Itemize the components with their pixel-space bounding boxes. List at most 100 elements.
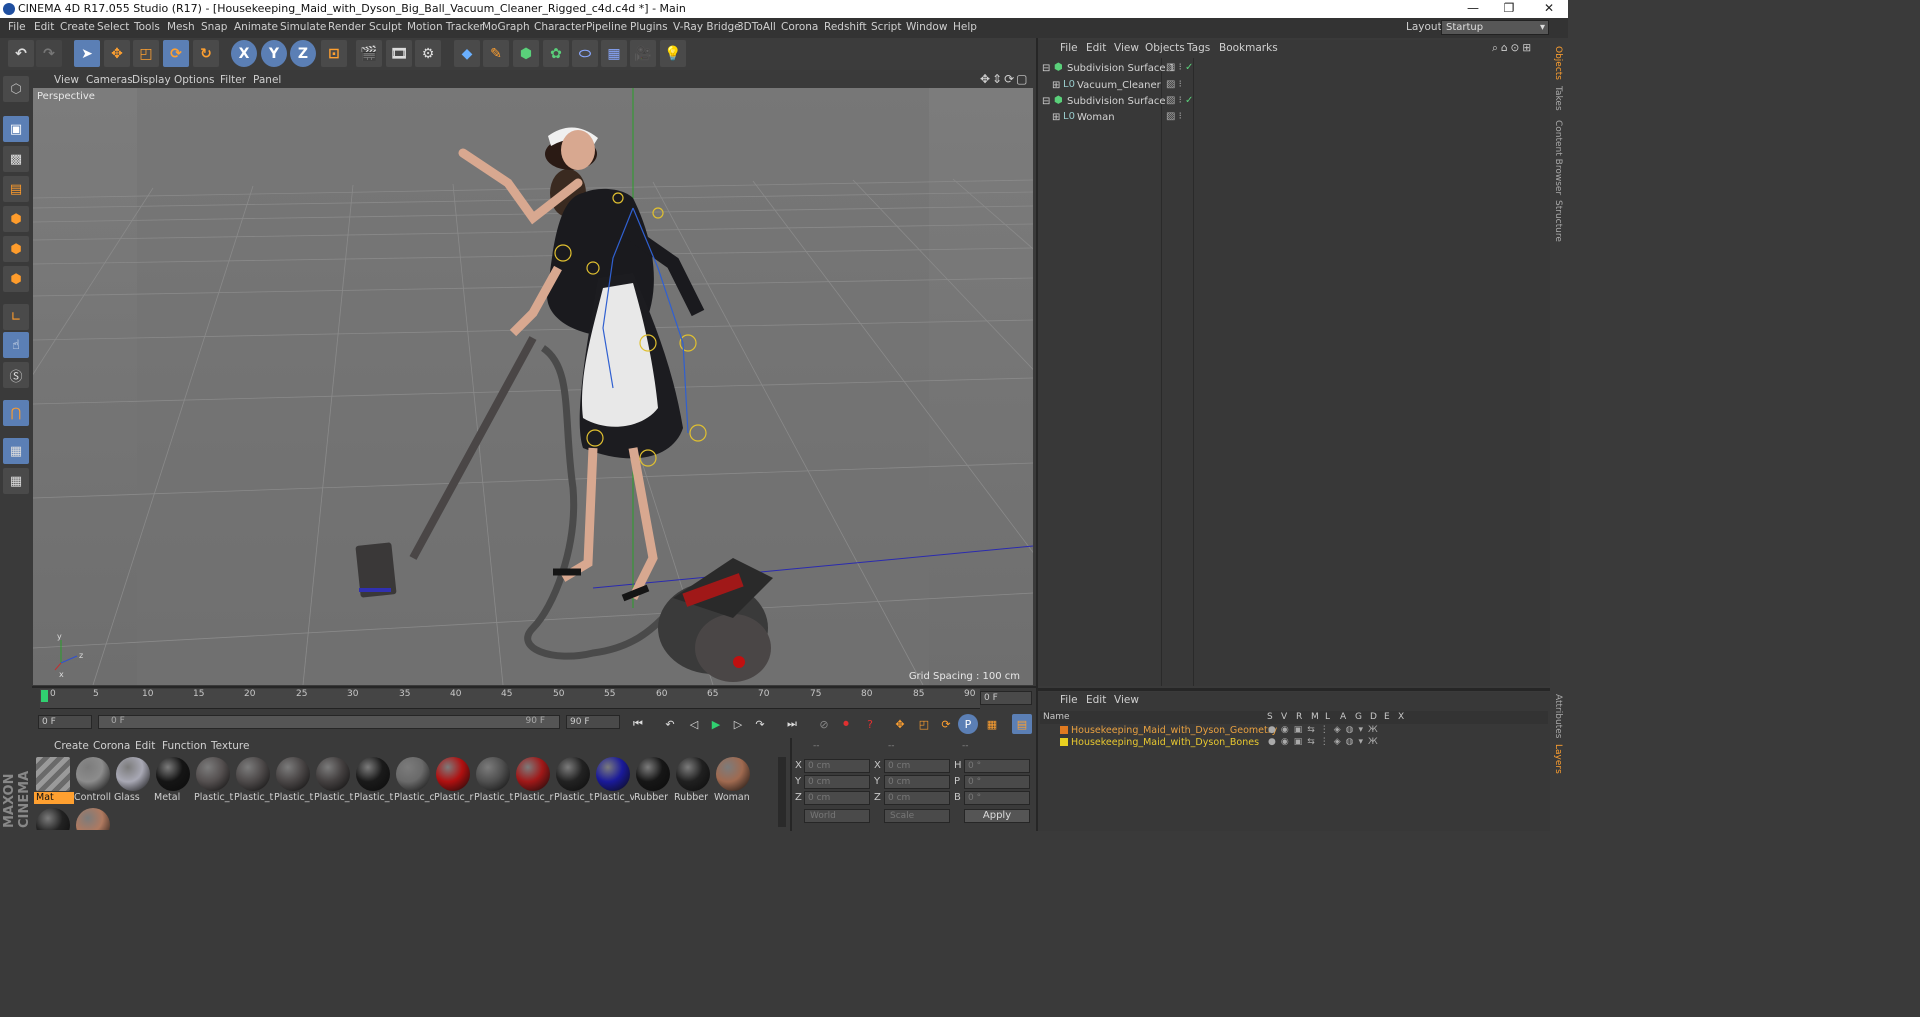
menu-render[interactable]: Render [328,21,365,33]
coordinate-system-icon[interactable]: ⊡ [321,40,347,67]
make-editable-icon[interactable]: ⬡ [3,76,29,102]
floor-object-icon[interactable]: ▦ [601,40,627,67]
viewport-nav-icons[interactable]: ✥⇕⟳▢ [980,72,1030,86]
material-swatch[interactable]: Rubber [634,757,672,805]
material-swatch[interactable]: Woman [714,757,752,805]
snap-magnet-icon[interactable]: ⋂ [3,400,29,426]
layer-column-header[interactable]: G [1355,712,1362,722]
layer-row-geometry[interactable]: Housekeeping_Maid_with_Dyson_Geometry [1071,725,1277,736]
material-swatch[interactable]: Plastic_r [514,757,553,805]
preview-range-slider[interactable]: 0 F 90 F [98,715,560,729]
layout-select[interactable]: Startup ▾ [1441,20,1549,35]
recent-tool-icon[interactable]: ↻ [193,40,219,67]
menu-corona[interactable]: Corona [781,21,818,33]
layer-row-bones[interactable]: Housekeeping_Maid_with_Dyson_Bones [1071,737,1259,748]
layer-flag-icons[interactable]: ●◉▣⇆⋮◈◍▾Ж [1268,737,1383,747]
solo-mode-icon[interactable]: Ⓢ [3,362,29,388]
menu-plugins[interactable]: Plugins [630,21,668,33]
layer-toggle-icon[interactable]: ▨ ⁝ ✓ [1166,62,1193,73]
material-swatch[interactable] [34,808,72,830]
menu-mesh[interactable]: Mesh [167,21,195,33]
menu-animate[interactable]: Animate [234,21,278,33]
material-swatch[interactable]: Plastic_t [314,757,353,805]
render-settings-icon[interactable]: ⚙ [415,40,441,67]
material-swatch[interactable] [74,808,112,830]
z-axis-lock-button[interactable]: Z [290,40,316,67]
render-picture-viewer-icon[interactable]: 🎞 [386,40,412,67]
layer-column-header[interactable]: X [1398,712,1404,722]
material-swatch[interactable]: Plastic_t [194,757,233,805]
viewport-menu-filter[interactable]: Filter [220,74,246,86]
menu-motion-tracker[interactable]: Motion Tracker [407,21,484,33]
previous-frame-icon[interactable]: ◁ [684,714,704,734]
viewport-menu-display[interactable]: Display [132,74,171,86]
y-axis-lock-button[interactable]: Y [261,40,287,67]
menu-edit[interactable]: Edit [34,21,54,33]
tab-takes[interactable]: Takes [1553,86,1563,111]
material-swatch[interactable]: Glass [114,757,152,805]
go-to-end-icon[interactable]: ⏭ [782,714,802,734]
material-menu-corona[interactable]: Corona [93,740,130,752]
record-keys-icon[interactable]: ⊘ [814,714,834,734]
edges-mode-icon[interactable]: ⬢ [3,236,29,262]
render-view-icon[interactable]: 🎬 [356,40,382,67]
rotation-h-field[interactable]: 0 ° [964,759,1030,773]
layer-column-header[interactable]: L [1325,712,1330,722]
material-scrollbar[interactable] [778,757,786,827]
layer-column-header[interactable]: M [1311,712,1319,722]
object-menu-bookmarks[interactable]: Bookmarks [1219,42,1278,54]
workplane-mode-icon[interactable]: ▤ [3,176,29,202]
layer-menu-edit[interactable]: Edit [1086,694,1106,706]
workplane-lock-icon[interactable]: ▦ [3,438,29,464]
object-menu-edit[interactable]: Edit [1086,42,1106,54]
layer-toggle-icon[interactable]: ▨ ⁝ [1166,111,1182,122]
menu-vray-bridge[interactable]: V-Ray Bridge [673,21,741,33]
material-swatch[interactable]: Rubber [674,757,712,805]
redo-icon[interactable]: ↷ [36,40,62,67]
material-swatch[interactable]: Metal [154,757,192,805]
material-swatch[interactable]: Plastic_r [434,757,473,805]
menu-mograph[interactable]: MoGraph [482,21,530,33]
viewport-menu-view[interactable]: View [54,74,79,86]
layer-menu-view[interactable]: View [1114,694,1139,706]
go-to-start-icon[interactable]: ⏮ [628,714,648,734]
size-mode-select[interactable]: Scale [884,809,950,823]
scale-tool-icon[interactable]: ◰ [133,40,159,67]
menu-help[interactable]: Help [953,21,977,33]
material-menu-edit[interactable]: Edit [135,740,155,752]
size-x-field[interactable]: 0 cm [884,759,950,773]
previous-key-icon[interactable]: ↶ [660,714,680,734]
object-menu-file[interactable]: File [1060,42,1078,54]
menu-create[interactable]: Create [60,21,95,33]
layer-column-header[interactable]: D [1370,712,1377,722]
menu-simulate[interactable]: Simulate [280,21,326,33]
tab-objects[interactable]: Objects [1553,46,1563,80]
start-frame-field[interactable]: 0 F [38,715,92,729]
object-manager-search-icon[interactable]: ⌕⌂⊙⊞ [1492,42,1534,55]
layer-color-swatch[interactable] [1060,726,1068,734]
position-z-field[interactable]: 0 cm [804,791,870,805]
next-frame-icon[interactable]: ▷ [728,714,748,734]
subdivision-surface-icon[interactable]: ⬢ [513,40,539,67]
layer-column-header[interactable]: R [1296,712,1302,722]
layer-column-header[interactable]: A [1340,712,1346,722]
menu-script[interactable]: Script [871,21,901,33]
key-pla-icon[interactable]: ▦ [982,714,1002,734]
material-swatch[interactable]: Plastic_c [394,757,434,805]
menu-sculpt[interactable]: Sculpt [369,21,402,33]
perspective-viewport[interactable]: y z x Perspective Grid Spacing : 100 cm [33,88,1033,685]
expand-icon[interactable]: ⊞ [1052,80,1060,91]
menu-select[interactable]: Select [97,21,129,33]
layer-toggle-icon[interactable]: ▨ ⁝ [1166,79,1182,90]
material-swatch[interactable]: Plastic_t [474,757,513,805]
autokey-icon[interactable]: ⏺ [836,714,856,734]
menu-3dtoall[interactable]: 3DToAll [737,21,776,33]
cube-object-icon[interactable]: ◆ [454,40,480,67]
object-menu-view[interactable]: View [1114,42,1139,54]
keyframe-selection-icon[interactable]: ? [860,714,880,734]
minimize-button[interactable]: — [1458,1,1488,17]
tab-attributes[interactable]: Attributes [1553,694,1563,738]
play-icon[interactable]: ▶ [706,714,726,734]
points-mode-icon[interactable]: ⬢ [3,206,29,232]
position-x-field[interactable]: 0 cm [804,759,870,773]
